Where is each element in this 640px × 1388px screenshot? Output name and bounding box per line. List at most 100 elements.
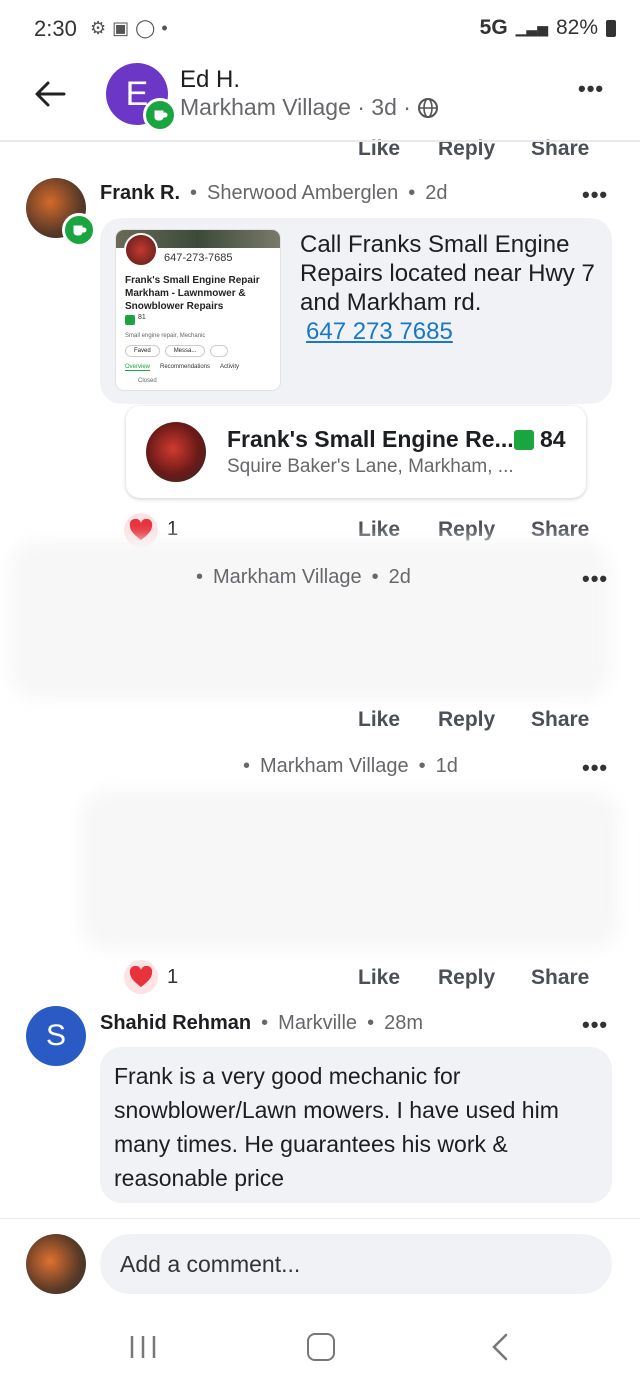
reply-button[interactable]: Reply — [438, 708, 495, 732]
business-address: Squire Baker's Lane, Markham, ... — [227, 456, 514, 477]
status-right: 5G ▁▃▅ 82% — [480, 16, 616, 40]
header-more-button[interactable]: ••• — [578, 76, 604, 102]
reply-button[interactable]: Reply — [438, 518, 495, 542]
redacted-comment-area — [10, 540, 610, 700]
author-name[interactable]: Ed H. — [180, 66, 240, 94]
signal-icon: ▁▃▅ — [515, 19, 548, 36]
network-label: 5G — [479, 16, 508, 39]
my-avatar — [26, 1234, 86, 1294]
separator-dot: • — [261, 1012, 269, 1034]
like-button[interactable]: Like — [358, 518, 400, 542]
share-button[interactable]: Share — [531, 708, 589, 732]
reaction-count[interactable]: 1 — [167, 518, 178, 541]
post-header: E Ed H. Markham Village · 3d · ••• — [0, 60, 640, 141]
comment-age: 2d — [388, 566, 411, 588]
image-tabs: Overview Recommendations Activity — [125, 364, 239, 371]
heart-reaction-icon[interactable] — [124, 960, 158, 994]
image-btn-message: Messa... — [164, 345, 206, 357]
share-button[interactable]: Share — [531, 518, 589, 542]
whatsapp-notification-icon: ◯ — [135, 18, 156, 38]
image-status: Closed — [138, 378, 157, 384]
post-location: Markham Village · 3d · — [180, 94, 411, 120]
comment-bubble: 647-273-7685 Frank's Small Engine Repair… — [100, 218, 612, 404]
like-button[interactable]: Like — [358, 966, 400, 990]
separator-dot: • — [190, 182, 198, 204]
back-nav-icon[interactable] — [488, 1332, 512, 1362]
status-time: 2:30 — [34, 16, 77, 41]
separator-dot: • — [408, 182, 416, 204]
back-arrow-icon — [35, 81, 66, 107]
image-tab: Overview — [125, 364, 151, 371]
image-title: Frank's Small Engine Repair Markham - La… — [125, 275, 260, 312]
commenter-neighborhood[interactable]: Markham Village — [213, 566, 362, 589]
comment-text: Call Franks Small Engine Repairs located… — [300, 231, 595, 316]
notification-icons: ⚙ ▣ ◯ • — [90, 18, 168, 39]
image-btn-faved: Faved — [125, 345, 160, 357]
status-bar: 2:30 ⚙ ▣ ◯ • 5G ▁▃▅ 82% — [0, 0, 640, 60]
comment-meta: Shahid Rehman • Markville • 28m — [100, 1012, 423, 1035]
post-meta: Markham Village · 3d · — [180, 94, 439, 121]
neighbor-badge-icon — [143, 98, 177, 132]
back-button[interactable] — [30, 74, 70, 114]
commenter-neighborhood[interactable]: Markham Village — [260, 755, 409, 778]
system-nav-bar — [0, 1306, 640, 1388]
neighbor-badge-icon — [62, 213, 96, 247]
image-tab: Activity — [220, 364, 240, 370]
comment-more-button[interactable]: ••• — [582, 566, 608, 592]
business-fave-count: 84 — [540, 426, 566, 452]
image-btn-call — [210, 345, 229, 357]
comment-age: 1d — [435, 755, 458, 777]
like-button[interactable]: Like — [358, 708, 400, 732]
separator-dot: • — [371, 566, 379, 588]
reaction-count[interactable]: 1 — [167, 966, 178, 989]
header-divider — [0, 140, 640, 142]
settings-notification-icon: ⚙ — [90, 18, 107, 38]
dot-icon: • — [161, 18, 168, 38]
phone-link[interactable]: 647 273 7685 — [306, 318, 453, 345]
image-avatar — [124, 233, 158, 267]
separator-dot: • — [418, 755, 426, 777]
comment-more-button[interactable]: ••• — [582, 755, 608, 781]
globe-icon — [417, 97, 438, 118]
share-button[interactable]: Share — [531, 966, 589, 990]
business-avatar — [146, 422, 206, 482]
redacted-comment-area — [80, 790, 620, 950]
comment-bubble: Frank is a very good mechanic for snowbl… — [100, 1047, 612, 1203]
comment-meta: • Markham Village • 1d — [243, 755, 458, 778]
battery-label: 82% — [555, 16, 598, 39]
comment-meta: Frank R. • Sherwood Amberglen • 2d — [100, 182, 448, 205]
commenter-neighborhood[interactable]: Sherwood Amberglen — [207, 182, 398, 205]
image-count: 81 — [138, 314, 146, 321]
comment-meta: • Markham Village • 2d — [196, 566, 411, 589]
separator-dot: • — [243, 755, 251, 777]
comment-composer: Add a comment... — [0, 1218, 640, 1307]
comment-more-button[interactable]: ••• — [582, 1012, 608, 1038]
comment-age: 28m — [384, 1012, 423, 1034]
comment-text-block: Call Franks Small Engine Repairs located… — [300, 230, 600, 346]
attached-image[interactable]: 647-273-7685 Frank's Small Engine Repair… — [116, 230, 280, 390]
business-faves: 84 — [514, 426, 566, 453]
image-phone: 647-273-7685 — [164, 252, 233, 264]
commenter-name[interactable]: Frank R. — [100, 182, 180, 205]
fave-icon — [514, 429, 534, 450]
commenter-neighborhood[interactable]: Markville — [278, 1012, 357, 1035]
image-category: Small engine repair, Mechanic — [125, 333, 206, 339]
separator-dot: • — [196, 566, 204, 588]
comment-input[interactable]: Add a comment... — [100, 1234, 612, 1294]
comment-more-button[interactable]: ••• — [582, 182, 608, 208]
comment-text: Frank is a very good mechanic for snowbl… — [114, 1063, 559, 1191]
battery-icon — [606, 19, 616, 37]
comment-input-placeholder: Add a comment... — [120, 1251, 301, 1277]
recent-apps-icon[interactable] — [128, 1334, 158, 1360]
separator-dot: • — [367, 1012, 375, 1034]
reply-button[interactable]: Reply — [438, 966, 495, 990]
image-buttons: Faved Messa... — [125, 345, 229, 357]
gallery-notification-icon: ▣ — [112, 18, 130, 38]
avatar-letter: S — [45, 1019, 66, 1052]
comment-age: 2d — [425, 182, 448, 204]
business-card[interactable]: Frank's Small Engine Re... 84 Squire Bak… — [126, 406, 586, 498]
home-icon[interactable] — [307, 1333, 335, 1361]
shahid-avatar[interactable]: S — [26, 1006, 86, 1066]
business-name: Frank's Small Engine Re... — [227, 426, 514, 452]
commenter-name[interactable]: Shahid Rehman — [100, 1012, 251, 1035]
